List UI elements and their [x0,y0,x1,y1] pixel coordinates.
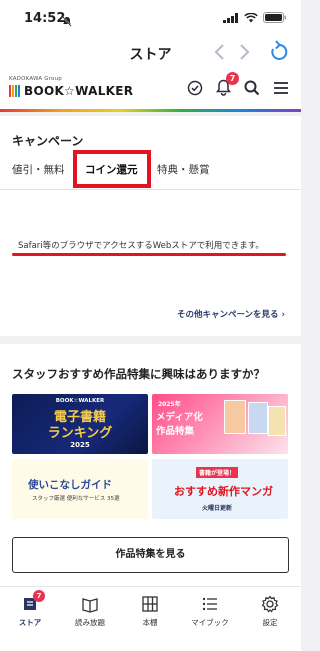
reload-icon[interactable] [268,40,290,68]
tabbar-item-store[interactable]: 7 ストア [0,590,60,628]
status-bar: 14:52 [0,0,301,36]
banner-ranking-brand: BOOK☆WALKER [55,398,105,404]
tab-divider [0,189,301,190]
status-indicators [223,12,287,23]
list-icon [180,595,240,613]
notification-bell-icon[interactable]: 7 [216,72,239,100]
banner-media-line1: メディア化 [156,412,203,423]
tabbar-label: 設定 [262,618,278,627]
view-features-button[interactable]: 作品特集を見る [12,537,289,573]
search-icon[interactable] [244,80,260,100]
banner-usage-guide[interactable]: 使いこなしガイド スタッフ厳選 便利なサービス 35選 [12,459,148,519]
tabbar-label: 読み放題 [75,618,105,627]
signal-icon [223,12,238,23]
banner-ranking-year: 2025 [70,441,90,449]
banner-guide-sub: スタッフ厳選 便利なサービス 35選 [32,496,120,502]
nav-bar: ストア [0,36,301,70]
banner-manga-update: 火曜日更新 [202,505,233,512]
campaign-title: キャンペーン [12,134,84,148]
store-icon: 7 [0,590,60,613]
tabbar-item-bookshelf[interactable]: 本棚 [120,595,180,628]
staff-picks-title: スタッフおすすめ作品特集に興味はありますか？ [12,367,265,381]
back-arrow-icon[interactable] [213,43,225,65]
campaign-section: キャンペーン 値引・無料 コイン還元 特典・懸賞 Safari等のブラウザでアク… [0,116,301,336]
rainbow-divider [0,109,301,112]
status-time: 14:52 [24,11,66,26]
gear-icon [240,595,300,613]
store-badge: 7 [33,590,45,602]
tabbar-label: 本棚 [142,618,158,627]
brand-logo[interactable]: BOOK☆WALKER [9,84,133,98]
tabbar-item-mybook[interactable]: マイブック [180,595,240,628]
check-circle-icon[interactable] [187,80,203,100]
coin-tab-highlight-box [73,150,151,188]
banner-manga-tag: 書籍が登場！ [196,467,239,478]
tab-bonus-prize[interactable]: 特典・懸賞 [157,162,210,177]
book-cover-image [268,406,286,436]
web-store-notice: Safari等のブラウザでアクセスするWebストアで利用できます。 [18,241,264,251]
notification-badge: 7 [226,72,239,85]
banner-manga-title: おすすめ新作マンガ [174,485,273,498]
tab-discount-free[interactable]: 値引・無料 [12,162,65,177]
bookshelf-icon [120,595,180,613]
tabbar-item-unlimited[interactable]: 読み放題 [60,595,120,628]
notice-highlight-underline [12,253,286,256]
book-cover-image [248,402,268,434]
header-icons: 7 [187,72,289,100]
banner-media-year: 2025年 [158,401,181,408]
brand-group-label: KADOKAWA Group [9,76,63,82]
tabbar-item-settings[interactable]: 設定 [240,595,300,628]
brand-name: BOOK☆WALKER [24,84,134,98]
staff-picks-section: スタッフおすすめ作品特集に興味はありますか？ BOOK☆WALKER 電子書籍 … [0,344,301,586]
site-header: KADOKAWA Group BOOK☆WALKER 7 [0,70,301,112]
logo-stripes-icon [9,85,20,97]
page-title: ストア [129,47,172,63]
banner-guide-title: 使いこなしガイド [28,479,112,491]
bottom-tab-bar: 7 ストア 読み放題 本棚 マイブック 設定 [0,586,301,651]
banner-ebook-ranking[interactable]: BOOK☆WALKER 電子書籍 ランキング 2025 [12,394,148,454]
tabbar-label: ストア [18,618,42,627]
forward-arrow-icon[interactable] [239,43,251,65]
open-book-icon [60,595,120,613]
banner-media-adaptation[interactable]: 2025年 メディア化 作品特集 [152,394,288,454]
battery-icon [263,12,286,23]
other-campaigns-link[interactable]: その他キャンペーンを見る › [177,308,285,320]
silent-bell-icon [62,12,72,31]
book-cover-image [224,400,246,434]
banner-ranking-line2: ランキング [47,426,113,441]
banner-media-line2: 作品特集 [156,426,195,437]
tabbar-label: マイブック [191,618,229,627]
hamburger-menu-icon[interactable] [273,80,289,99]
wifi-icon [244,12,258,22]
banner-new-manga[interactable]: 書籍が登場！ おすすめ新作マンガ 火曜日更新 [152,459,288,519]
